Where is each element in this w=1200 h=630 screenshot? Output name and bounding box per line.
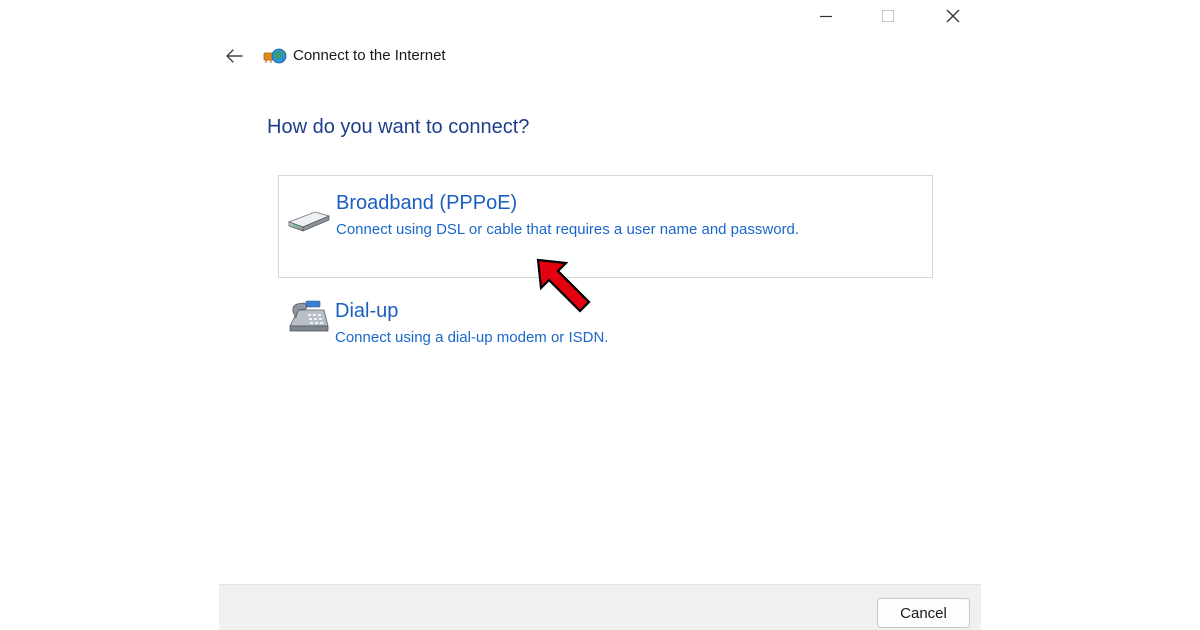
- cancel-button[interactable]: Cancel: [877, 598, 970, 628]
- broadband-option-title: Broadband (PPPoE): [336, 192, 518, 214]
- window-title: Connect to the Internet: [293, 47, 446, 64]
- close-icon: [946, 9, 960, 23]
- back-button[interactable]: [220, 42, 248, 70]
- maximize-button[interactable]: [865, 0, 911, 32]
- red-pointer-arrow-icon: [530, 250, 600, 320]
- minimize-button[interactable]: [803, 0, 849, 32]
- broadband-modem-icon: [285, 200, 331, 240]
- connect-to-internet-window: Connect to the Internet How do you want …: [0, 0, 1200, 630]
- dialup-phone-icon: [284, 296, 330, 336]
- dialup-option-description: Connect using a dial-up modem or ISDN.: [335, 329, 609, 346]
- close-button[interactable]: [930, 0, 976, 32]
- back-arrow-icon: [226, 49, 243, 63]
- page-heading: How do you want to connect?: [267, 116, 530, 138]
- network-globe-icon: [263, 46, 287, 66]
- maximize-icon: [882, 10, 894, 22]
- dialup-option-title: Dial-up: [335, 300, 399, 322]
- broadband-pppoe-option[interactable]: Broadband (PPPoE) Connect using DSL or c…: [278, 175, 933, 278]
- dial-up-option[interactable]: Dial-up Connect using a dial-up modem or…: [278, 286, 933, 356]
- dialog-footer: Cancel: [219, 584, 981, 630]
- minimize-icon: [820, 15, 832, 18]
- broadband-option-description: Connect using DSL or cable that requires…: [336, 221, 800, 238]
